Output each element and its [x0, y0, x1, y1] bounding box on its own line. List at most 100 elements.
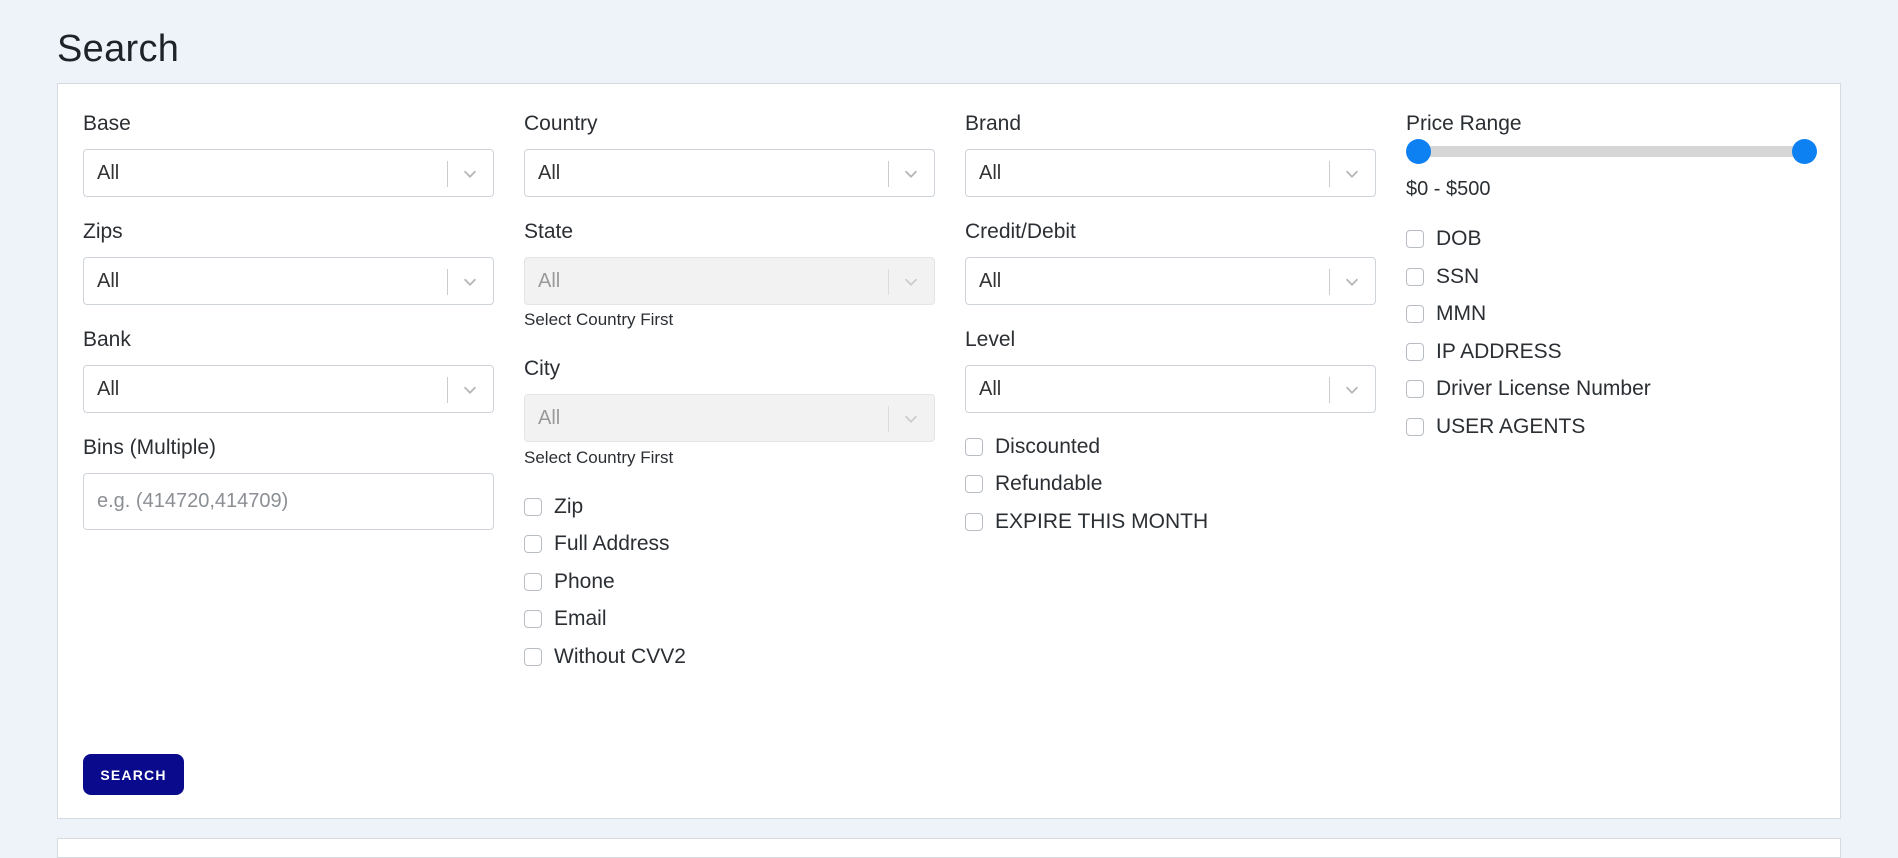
- bank-select[interactable]: All: [83, 365, 494, 413]
- checkbox-label: Discounted: [995, 435, 1101, 458]
- chevron-down-icon: [1345, 278, 1359, 286]
- bins-input[interactable]: [83, 473, 494, 530]
- checkbox-user-agents[interactable]: USER AGENTS: [1406, 414, 1585, 440]
- search-button[interactable]: SEARCH: [83, 754, 184, 795]
- checkbox-box[interactable]: [524, 610, 542, 628]
- bank-label: Bank: [83, 328, 131, 351]
- checkbox-box[interactable]: [1406, 305, 1424, 323]
- city-select: All: [524, 394, 935, 442]
- checkbox-box[interactable]: [1406, 343, 1424, 361]
- checkbox-box[interactable]: [965, 475, 983, 493]
- checkbox-label: MMN: [1436, 302, 1487, 325]
- state-label: State: [524, 220, 574, 243]
- checkbox-refundable[interactable]: Refundable: [965, 471, 1102, 497]
- zips-select-value: All: [97, 270, 120, 292]
- select-separator: [1329, 269, 1330, 295]
- price-range-slider[interactable]: [1406, 136, 1817, 166]
- checkbox-label: Refundable: [995, 472, 1103, 495]
- base-label: Base: [83, 112, 131, 135]
- base-select-value: All: [97, 162, 120, 184]
- credit-debit-select-value: All: [979, 270, 1002, 292]
- checkbox-mmn[interactable]: MMN: [1406, 301, 1486, 327]
- state-select: All: [524, 257, 935, 305]
- checkbox-box[interactable]: [524, 573, 542, 591]
- select-separator: [888, 406, 889, 432]
- city-select-value: All: [538, 407, 561, 429]
- slider-max-handle[interactable]: [1792, 139, 1817, 164]
- country-select-value: All: [538, 162, 561, 184]
- checkbox-discounted[interactable]: Discounted: [965, 434, 1100, 460]
- checkbox-box[interactable]: [524, 498, 542, 516]
- credit-debit-label: Credit/Debit: [965, 220, 1076, 243]
- page-title: Search: [57, 28, 180, 70]
- city-label: City: [524, 357, 561, 380]
- select-separator: [1329, 377, 1330, 403]
- checkbox-label: IP ADDRESS: [1436, 340, 1562, 363]
- bank-select-value: All: [97, 378, 120, 400]
- checkbox-ip-address[interactable]: IP ADDRESS: [1406, 339, 1562, 365]
- checkbox-box[interactable]: [1406, 268, 1424, 286]
- select-separator: [1329, 161, 1330, 187]
- country-label: Country: [524, 112, 598, 135]
- checkbox-full-address[interactable]: Full Address: [524, 531, 670, 557]
- checkbox-label: SSN: [1436, 265, 1480, 288]
- checkbox-label: Zip: [554, 495, 584, 518]
- checkbox-label: Driver License Number: [1436, 377, 1651, 400]
- level-label: Level: [965, 328, 1016, 351]
- zips-select[interactable]: All: [83, 257, 494, 305]
- checkbox-box[interactable]: [1406, 230, 1424, 248]
- checkbox-phone[interactable]: Phone: [524, 569, 615, 595]
- level-select-value: All: [979, 378, 1002, 400]
- checkbox-box[interactable]: [524, 535, 542, 553]
- checkbox-email[interactable]: Email: [524, 606, 607, 632]
- chevron-down-icon: [1345, 386, 1359, 394]
- checkbox-without-cvv2[interactable]: Without CVV2: [524, 644, 686, 670]
- bins-label: Bins (Multiple): [83, 436, 217, 459]
- state-select-value: All: [538, 270, 561, 292]
- credit-debit-select[interactable]: All: [965, 257, 1376, 305]
- checkbox-label: Without CVV2: [554, 645, 686, 668]
- select-separator: [447, 161, 448, 187]
- chevron-down-icon: [904, 278, 918, 286]
- checkbox-expire-this-month[interactable]: EXPIRE THIS MONTH: [965, 509, 1208, 535]
- checkbox-box[interactable]: [965, 438, 983, 456]
- search-filter-card: Base All Zips All Bank All Bins (Multipl…: [57, 83, 1841, 819]
- results-card-edge: [57, 838, 1841, 858]
- brand-select[interactable]: All: [965, 149, 1376, 197]
- price-range-value: $0 - $500: [1406, 178, 1491, 200]
- country-select[interactable]: All: [524, 149, 935, 197]
- base-select[interactable]: All: [83, 149, 494, 197]
- brand-select-value: All: [979, 162, 1002, 184]
- state-hint: Select Country First: [524, 310, 674, 329]
- chevron-down-icon: [904, 415, 918, 423]
- checkbox-dob[interactable]: DOB: [1406, 226, 1482, 252]
- level-select[interactable]: All: [965, 365, 1376, 413]
- brand-label: Brand: [965, 112, 1022, 135]
- chevron-down-icon: [1345, 170, 1359, 178]
- checkbox-zip[interactable]: Zip: [524, 494, 583, 520]
- chevron-down-icon: [463, 170, 477, 178]
- checkbox-label: USER AGENTS: [1436, 415, 1586, 438]
- checkbox-box[interactable]: [524, 648, 542, 666]
- slider-track[interactable]: [1418, 146, 1805, 157]
- chevron-down-icon: [463, 278, 477, 286]
- slider-min-handle[interactable]: [1406, 139, 1431, 164]
- checkbox-box[interactable]: [1406, 418, 1424, 436]
- checkbox-label: DOB: [1436, 227, 1482, 250]
- checkbox-ssn[interactable]: SSN: [1406, 264, 1479, 290]
- checkbox-box[interactable]: [1406, 380, 1424, 398]
- select-separator: [888, 161, 889, 187]
- select-separator: [447, 269, 448, 295]
- chevron-down-icon: [904, 170, 918, 178]
- checkbox-driver-license-number[interactable]: Driver License Number: [1406, 376, 1651, 402]
- checkbox-label: Phone: [554, 570, 615, 593]
- checkbox-label: Full Address: [554, 532, 670, 555]
- chevron-down-icon: [463, 386, 477, 394]
- city-hint: Select Country First: [524, 448, 674, 467]
- zips-label: Zips: [83, 220, 123, 243]
- price-range-label: Price Range: [1406, 112, 1522, 135]
- checkbox-label: Email: [554, 607, 607, 630]
- select-separator: [888, 269, 889, 295]
- select-separator: [447, 377, 448, 403]
- checkbox-box[interactable]: [965, 513, 983, 531]
